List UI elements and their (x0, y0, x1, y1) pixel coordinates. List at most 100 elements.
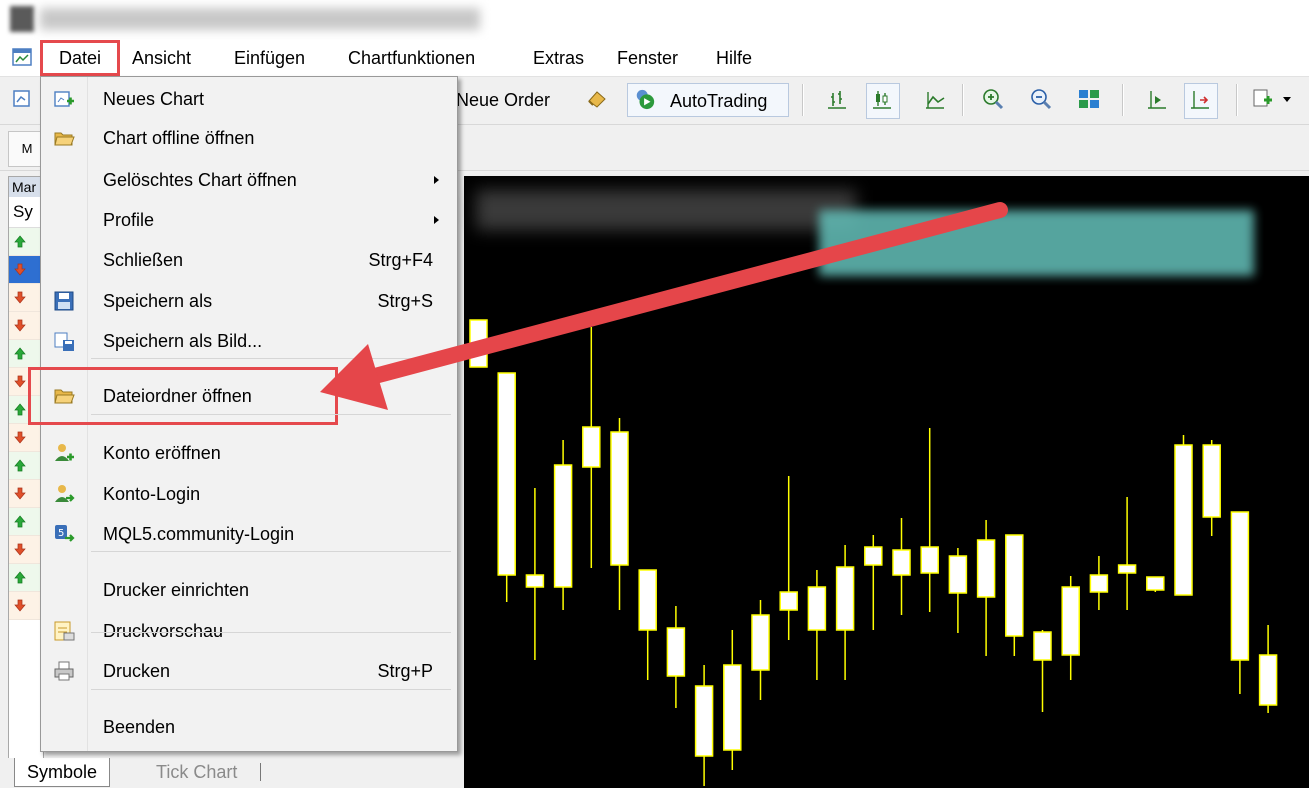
dropdown-arrow-icon[interactable] (1282, 96, 1292, 104)
menu-item-shortcut: Strg+S (377, 291, 433, 311)
symbol-column-header[interactable]: Sy (9, 197, 43, 228)
indicators-icon[interactable] (1252, 88, 1274, 110)
menu-einfuegen[interactable]: Einfügen (234, 40, 305, 76)
candle (1230, 511, 1250, 694)
symbol-row[interactable] (9, 480, 43, 508)
menu-item-gelöschtes-chart-öffnen[interactable]: Gelöschtes Chart öffnen (41, 161, 457, 199)
tile-windows-icon[interactable] (1078, 88, 1100, 110)
candle (864, 535, 883, 630)
menu-item-profile[interactable]: Profile (41, 201, 457, 239)
new-chart-icon[interactable] (12, 88, 34, 110)
file-menu-dropdown: Neues Chart Chart offline öffnen Gelöschte… (28, 76, 458, 752)
candle (666, 606, 686, 708)
menu-item-drucken[interactable]: Drucken Strg+P (41, 652, 457, 690)
open-folder-icon (54, 132, 75, 146)
menu-item-label: MQL5.community-Login (103, 524, 295, 544)
menu-item-schließen[interactable]: Schließen Strg+F4 (41, 241, 457, 279)
menu-item-drucker-einrichten[interactable]: Drucker einrichten (41, 571, 457, 609)
auto-scroll-icon[interactable] (1189, 88, 1211, 110)
candle (1202, 440, 1221, 536)
app-logo-icon (10, 6, 34, 32)
menu-item-label: Profile (103, 210, 155, 230)
candle-body (582, 426, 601, 468)
menu-item-druckvorschau[interactable]: Druckvorschau (41, 612, 457, 650)
symbol-row[interactable] (9, 340, 43, 368)
candle (948, 548, 968, 633)
candle-body (1202, 444, 1221, 518)
candlestick-icon[interactable] (871, 88, 893, 110)
symbol-row[interactable] (9, 508, 43, 536)
menu-item-chart-offline-öffnen[interactable]: Chart offline öffnen (41, 119, 457, 157)
candle (751, 600, 770, 700)
zoom-in-icon[interactable] (982, 88, 1004, 110)
arrow-down-icon (14, 487, 26, 500)
menu-fenster[interactable]: Fenster (617, 40, 678, 76)
candle (610, 418, 629, 610)
menu-item-shortcut: Strg+P (377, 661, 433, 681)
menu-item-neues-chart[interactable]: Neues Chart (41, 80, 457, 118)
menu-extras[interactable]: Extras (533, 40, 584, 76)
menu-item-label: Speichern als Bild... (103, 331, 263, 351)
candle-body (1146, 576, 1165, 591)
candle (1033, 630, 1052, 712)
candle-body (1061, 586, 1080, 656)
symbol-row[interactable] (9, 228, 43, 256)
candle-body (1005, 534, 1024, 637)
menu-item-konto-eröffnen[interactable]: Konto eröffnen (41, 434, 457, 472)
candle (807, 570, 827, 680)
symbol-row[interactable] (9, 312, 43, 340)
promo-button-blurred (819, 210, 1254, 276)
candle-body (1089, 574, 1109, 593)
menu-item-label: Beenden (103, 717, 176, 737)
candle (976, 520, 996, 656)
menu-chartfunktionen[interactable]: Chartfunktionen (348, 40, 475, 76)
chart-window-icon[interactable] (12, 47, 32, 67)
new-order-button[interactable]: Neue Order (456, 83, 550, 117)
bar-chart-icon[interactable] (826, 88, 848, 110)
symbol-row[interactable] (9, 256, 43, 284)
arrow-down-icon (14, 263, 26, 276)
candle-body (694, 685, 714, 757)
menu-item-speichern-als-bild[interactable]: Speichern als Bild... (41, 322, 457, 360)
menu-item-beenden[interactable]: Beenden (41, 708, 457, 746)
candle-body (948, 555, 968, 594)
price-chart[interactable] (464, 176, 1309, 788)
symbol-row[interactable] (9, 452, 43, 480)
chart-shift-icon[interactable] (1146, 88, 1168, 110)
symbol-row[interactable] (9, 592, 43, 620)
eraser-icon[interactable] (586, 88, 608, 110)
candle-body (779, 591, 798, 611)
menu-item-label: Drucker einrichten (103, 580, 250, 600)
candle-body (525, 574, 545, 588)
menu-item-label: Schließen (103, 250, 184, 270)
zoom-out-icon[interactable] (1030, 88, 1052, 110)
candle (553, 440, 573, 610)
menu-separator (91, 632, 451, 633)
menu-item-label: Speichern als (103, 291, 213, 311)
symbol-row[interactable] (9, 536, 43, 564)
menu-item-label: Chart offline öffnen (103, 128, 255, 148)
menu-ansicht[interactable]: Ansicht (132, 40, 191, 76)
menu-item-konto-login[interactable]: Konto-Login (41, 475, 457, 513)
symbol-row[interactable] (9, 564, 43, 592)
arrow-up-icon (14, 459, 26, 472)
candle (892, 518, 911, 615)
menu-item-label: Druckvorschau (103, 621, 224, 641)
candle (525, 488, 545, 660)
symbol-row[interactable] (9, 424, 43, 452)
tab-tick-chart[interactable]: Tick Chart (146, 758, 247, 786)
symbol-row[interactable] (9, 284, 43, 312)
printer-icon (54, 661, 74, 681)
candle (1258, 625, 1278, 713)
line-chart-icon[interactable] (924, 88, 946, 110)
print-preview-icon (54, 621, 75, 641)
candle (920, 428, 939, 612)
candle (1061, 576, 1080, 680)
tab-symbole[interactable]: Symbole (14, 758, 111, 787)
menu-datei[interactable]: Datei (40, 40, 120, 76)
floppy-disk-icon (54, 291, 74, 311)
menu-item-speichern-als[interactable]: Speichern als Strg+S (41, 282, 457, 320)
menu-item-mql5-community-login[interactable]: 5 MQL5.community-Login (41, 515, 457, 553)
candle-body (864, 546, 883, 566)
menu-hilfe[interactable]: Hilfe (716, 40, 752, 76)
